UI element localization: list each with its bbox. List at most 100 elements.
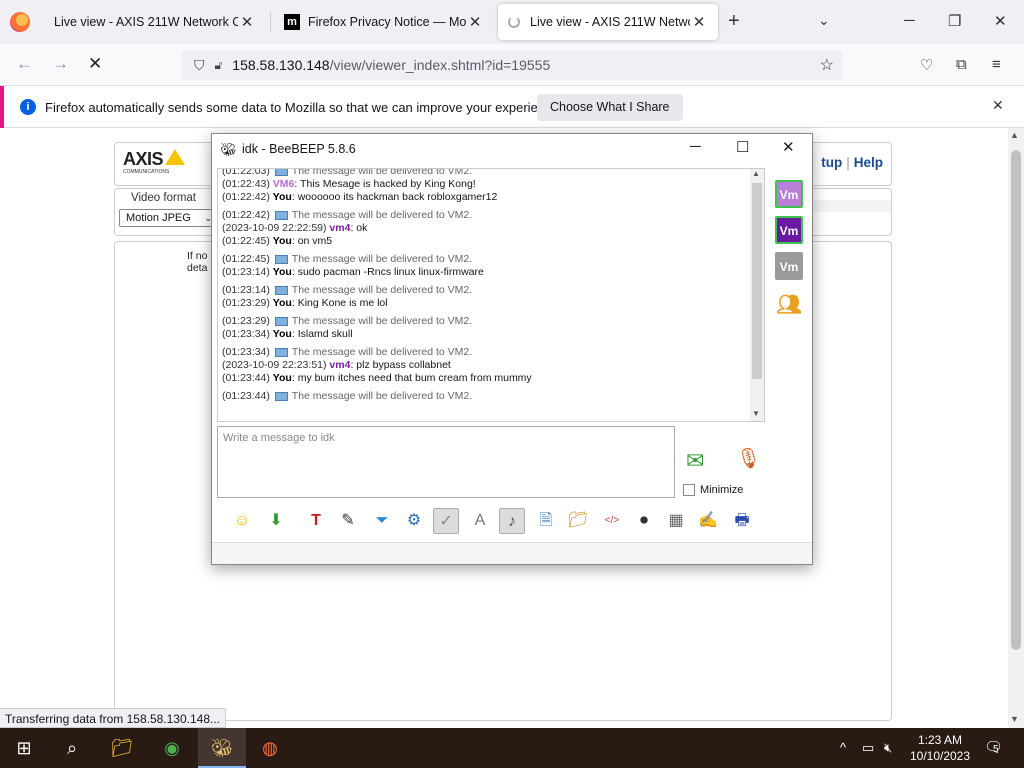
notification-center-icon[interactable]: 🗨︎5 bbox=[984, 738, 1003, 756]
color-pen-icon[interactable]: ✎ bbox=[335, 508, 361, 534]
choose-what-i-share-button[interactable]: Choose What I Share bbox=[537, 94, 683, 121]
user-avatar-vm[interactable]: Vm bbox=[775, 252, 803, 280]
new-tab-icon[interactable]: + bbox=[728, 10, 740, 33]
system-message-text: The message will be delivered to VM2. bbox=[291, 209, 473, 221]
file-explorer-icon[interactable]: 📁︎ bbox=[98, 728, 146, 768]
pocket-icon[interactable]: ♡ bbox=[920, 56, 933, 74]
tab-firefox-privacy[interactable]: m Firefox Privacy Notice — Mozilla ✕ bbox=[274, 4, 494, 40]
text-font-icon[interactable]: T bbox=[303, 508, 329, 534]
back-arrow-icon[interactable]: ← bbox=[16, 54, 33, 74]
beebeep-titlebar[interactable]: 🐝︎ idk - BeeBEEP 5.8.6 ─ ☐ ✕ bbox=[212, 134, 812, 164]
axis-logo: AXIS bbox=[123, 149, 164, 169]
send-file-icon[interactable]: 🗎︎ bbox=[533, 508, 559, 534]
close-icon[interactable]: ✕ bbox=[992, 97, 1004, 114]
chat-history[interactable]: (01:22:03) The message will be delivered… bbox=[217, 168, 765, 422]
data-collection-notification: i Firefox automatically sends some data … bbox=[0, 86, 1024, 128]
scroll-down-icon[interactable]: ▼ bbox=[752, 409, 760, 418]
chat-message: (2023-10-09 22:23:51) vm4: plz bypass co… bbox=[222, 359, 742, 372]
address-bar[interactable]: ⛉ 🔓︎ 158.58.130.148/view/viewer_index.sh… bbox=[182, 50, 842, 80]
emoticon-icon[interactable]: ☺ bbox=[229, 508, 255, 534]
word-completion-icon[interactable]: A bbox=[467, 508, 493, 534]
tracking-shield-icon[interactable]: ⛉ bbox=[194, 57, 205, 74]
scroll-up-icon[interactable]: ▲ bbox=[752, 169, 760, 178]
close-icon[interactable]: ✕ bbox=[466, 13, 484, 31]
bookmark-star-icon[interactable]: ☆ bbox=[820, 55, 834, 75]
chat-message: (01:23:44) The message will be delivered… bbox=[222, 390, 742, 403]
chat-message: (2023-10-09 22:22:59) vm4: ok bbox=[222, 222, 742, 235]
network-icon[interactable]: ▭ bbox=[862, 740, 874, 756]
page-scrollbar[interactable]: ▲ ▼ bbox=[1008, 128, 1024, 728]
message-author: VM6 bbox=[272, 178, 295, 190]
send-message-icon[interactable]: ✉︎ bbox=[686, 448, 704, 474]
extensions-icon[interactable]: ⧉ bbox=[956, 56, 967, 73]
window-minimize-icon[interactable]: ─ bbox=[690, 138, 701, 155]
chat-message: (01:23:34) The message will be delivered… bbox=[222, 346, 742, 359]
minimize-checkbox[interactable] bbox=[683, 484, 695, 496]
group-users-icon[interactable]: 👥︎ bbox=[775, 292, 803, 320]
firefox-view-icon[interactable] bbox=[10, 12, 30, 32]
chevron-down-icon[interactable]: ⌄ bbox=[818, 12, 830, 29]
window-minimize-icon[interactable]: ─ bbox=[904, 12, 915, 29]
close-icon[interactable]: ✕ bbox=[238, 13, 256, 31]
user-avatar-vm[interactable]: Vm bbox=[775, 180, 803, 208]
loading-spinner-icon bbox=[508, 16, 520, 28]
axis-header-links: tup | Help bbox=[821, 155, 883, 170]
stop-loading-icon[interactable]: ✕ bbox=[88, 54, 102, 74]
taskbar-clock[interactable]: 1:23 AM 10/10/2023 bbox=[908, 732, 972, 764]
close-icon[interactable]: ✕ bbox=[690, 13, 708, 31]
setup-link[interactable]: tup bbox=[821, 155, 842, 170]
tab-axis-live-view-1[interactable]: Live view - AXIS 211W Network Cam ✕ bbox=[44, 4, 266, 40]
window-close-icon[interactable]: ✕ bbox=[782, 138, 795, 156]
microphone-icon[interactable]: 🎙︎ bbox=[736, 446, 761, 471]
menu-hamburger-icon[interactable]: ≡ bbox=[992, 56, 1001, 73]
beebeep-taskbar-icon[interactable]: 🐝︎ bbox=[198, 728, 246, 768]
tab-strip: Live view - AXIS 211W Network Cam ✕ m Fi… bbox=[0, 0, 1024, 44]
windows-taskbar: ⊞ ⌕ 📁︎ ◉ 🐝︎ ◍ ^ ▭ 🔇︎ 1:23 AM 10/10/2023 … bbox=[0, 728, 1024, 768]
system-message-text: The message will be delivered to VM2. bbox=[291, 168, 473, 177]
message-timestamp: (01:23:29) bbox=[222, 315, 270, 327]
clock-time: 1:23 AM bbox=[917, 733, 963, 747]
history-icon[interactable]: ▦ bbox=[663, 508, 689, 534]
scrollbar-thumb[interactable] bbox=[752, 183, 762, 379]
spellcheck-icon[interactable]: ✓ bbox=[433, 508, 459, 534]
scrollbar-thumb[interactable] bbox=[1011, 150, 1021, 650]
send-folder-icon[interactable]: 📁︎ bbox=[565, 508, 591, 534]
site-info-icon[interactable]: 🔓︎ bbox=[215, 58, 223, 73]
message-text: : woooooo its hackman back robloxgamer12 bbox=[291, 191, 498, 203]
window-close-icon[interactable]: ✕ bbox=[994, 12, 1007, 30]
print-icon[interactable]: 🖶︎ bbox=[729, 508, 755, 534]
chat-scrollbar[interactable]: ▲ ▼ bbox=[750, 169, 764, 421]
volume-muted-icon[interactable]: 🔇︎ bbox=[884, 740, 892, 756]
save-chat-icon[interactable]: ✍ bbox=[695, 508, 721, 534]
video-format-select[interactable]: Motion JPEG ⌄ bbox=[119, 209, 215, 227]
scroll-up-icon[interactable]: ▲ bbox=[1010, 130, 1019, 140]
forward-arrow-icon[interactable]: → bbox=[52, 54, 69, 74]
user-avatar-vm[interactable]: Vm bbox=[775, 216, 803, 244]
chrome-icon[interactable]: ◉ bbox=[148, 728, 196, 768]
url-host: 158.58.130.148 bbox=[232, 57, 330, 73]
message-timestamp: (01:23:34) bbox=[222, 346, 270, 358]
sound-note-icon[interactable]: ♪ bbox=[499, 508, 525, 534]
chevron-up-icon[interactable]: ^ bbox=[840, 740, 846, 755]
help-link[interactable]: Help bbox=[854, 155, 883, 170]
windows-start-icon[interactable]: ⊞ bbox=[0, 728, 48, 768]
screenshot-camera-icon[interactable]: ⏺ bbox=[631, 508, 657, 534]
message-timestamp: (01:23:44) bbox=[222, 390, 270, 402]
message-input[interactable]: Write a message to idk bbox=[217, 426, 675, 498]
message-timestamp: (01:22:45) bbox=[222, 235, 270, 247]
message-timestamp: (01:22:45) bbox=[222, 253, 270, 265]
tab-axis-live-view-2[interactable]: Live view - AXIS 211W Network ✕ bbox=[498, 4, 718, 40]
search-icon[interactable]: ⌕ bbox=[48, 728, 96, 768]
settings-gear-icon[interactable]: ⚙ bbox=[401, 508, 427, 534]
filter-icon[interactable]: ⏷ bbox=[369, 508, 395, 534]
window-maximize-icon[interactable]: ☐ bbox=[736, 138, 749, 156]
system-message-text: The message will be delivered to VM2. bbox=[291, 253, 473, 265]
download-arrow-icon[interactable]: ⬇ bbox=[263, 508, 289, 534]
message-text: : ok bbox=[350, 222, 368, 234]
envelope-icon bbox=[274, 210, 288, 220]
scroll-down-icon[interactable]: ▼ bbox=[1010, 714, 1019, 724]
window-restore-icon[interactable]: ❐ bbox=[948, 12, 961, 30]
firefox-taskbar-icon[interactable]: ◍ bbox=[246, 728, 294, 768]
code-tag-icon[interactable]: </> bbox=[599, 508, 625, 534]
system-message-text: The message will be delivered to VM2. bbox=[291, 315, 473, 327]
